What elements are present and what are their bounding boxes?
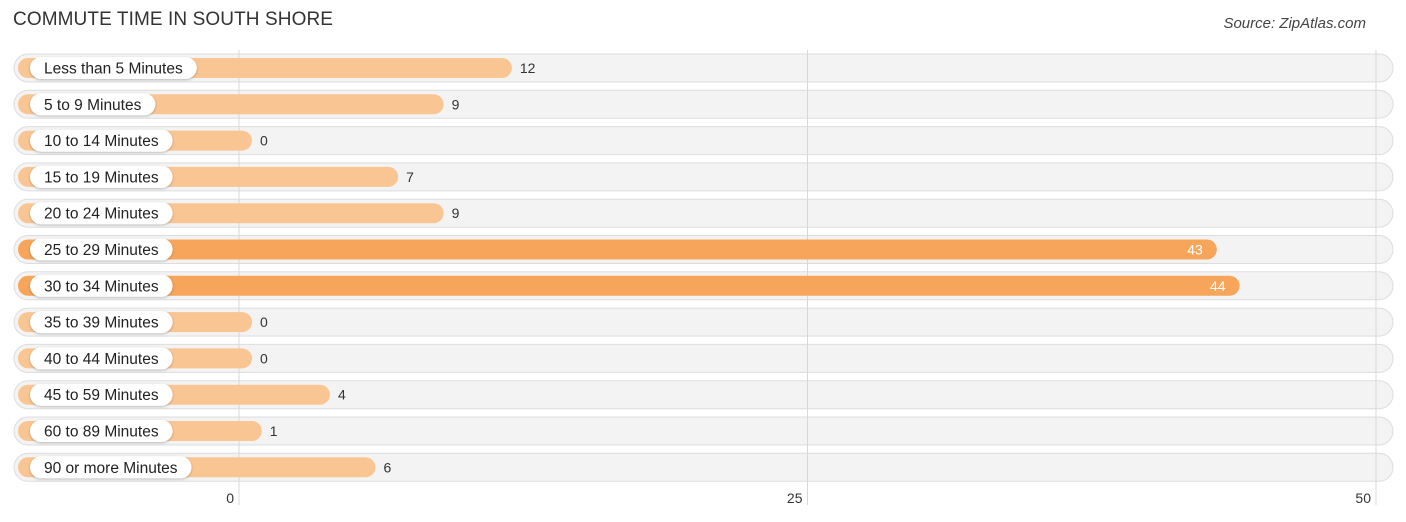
value-label: 0 (260, 314, 268, 330)
value-label: 9 (452, 96, 460, 112)
value-label: 9 (452, 205, 460, 221)
category-label: 20 to 24 Minutes (44, 206, 159, 223)
x-tick-label: 50 (1355, 490, 1371, 506)
category-label: 10 to 14 Minutes (44, 133, 159, 150)
bar[interactable] (18, 275, 1240, 296)
x-tick-label: 0 (226, 490, 234, 506)
value-label: 12 (520, 60, 536, 76)
value-label: 6 (383, 459, 391, 475)
value-label: 7 (406, 169, 414, 185)
category-label: 45 to 59 Minutes (44, 387, 159, 404)
value-label: 0 (260, 133, 268, 149)
category-label: 30 to 34 Minutes (44, 278, 159, 295)
category-label: 5 to 9 Minutes (44, 97, 142, 114)
category-label: Less than 5 Minutes (44, 61, 183, 78)
value-label: 1 (270, 423, 278, 439)
bar-chart: Less than 5 Minutes 12 5 to 9 Minutes 9 10 t… (13, 50, 1394, 506)
value-label: 4 (338, 387, 346, 403)
value-label: 43 (1187, 242, 1203, 258)
category-label: 90 or more Minutes (44, 460, 178, 477)
category-label: 35 to 39 Minutes (44, 315, 159, 332)
value-label: 44 (1210, 278, 1226, 294)
category-label: 40 to 44 Minutes (44, 351, 159, 368)
category-label: 15 to 19 Minutes (44, 169, 159, 186)
x-tick-label: 25 (787, 490, 803, 506)
category-label: 60 to 89 Minutes (44, 424, 159, 441)
bar[interactable] (18, 239, 1217, 260)
value-label: 0 (260, 350, 268, 366)
category-label: 25 to 29 Minutes (44, 242, 159, 259)
